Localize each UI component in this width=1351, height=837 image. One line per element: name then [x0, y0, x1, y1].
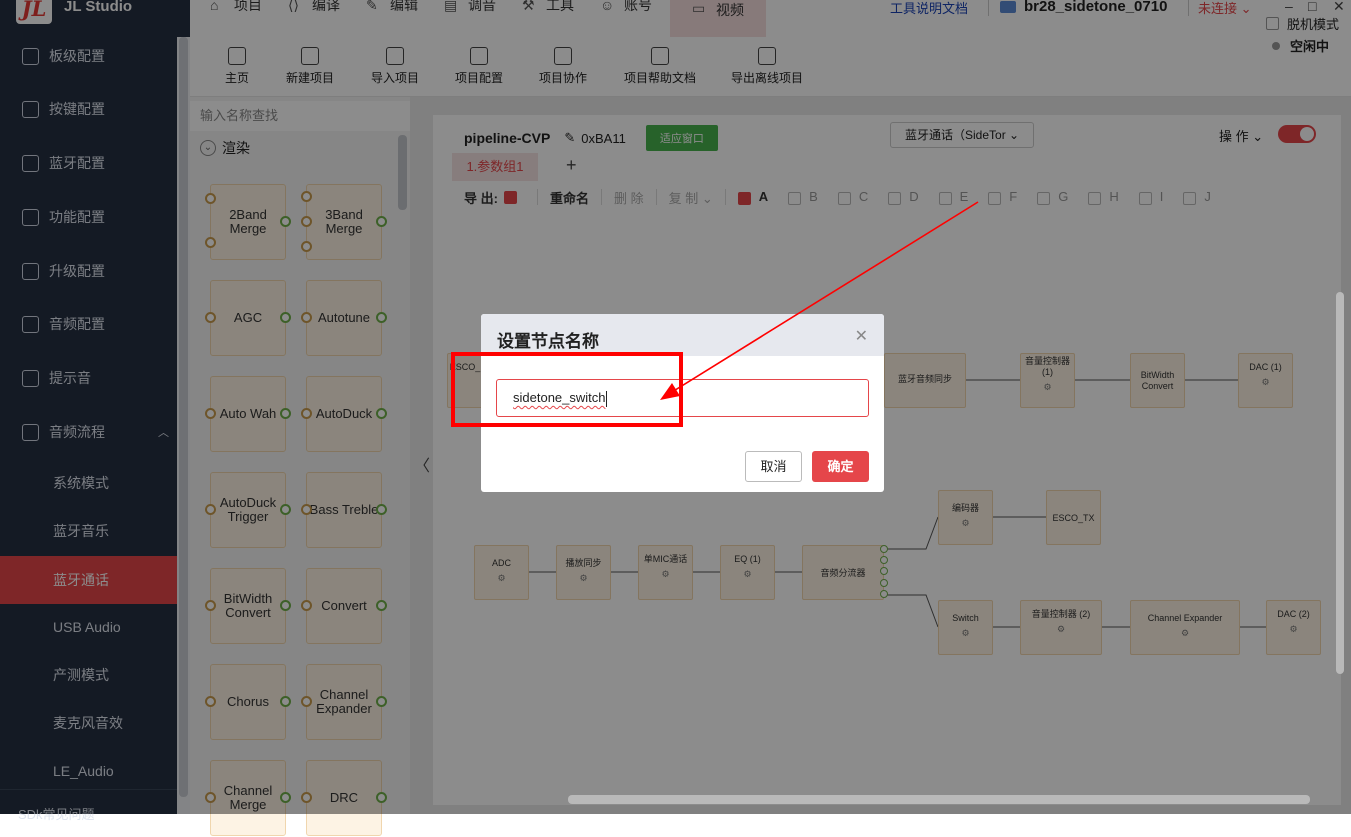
- cancel-button[interactable]: 取消: [745, 451, 802, 482]
- dialog-title: 设置节点名称: [497, 332, 599, 351]
- close-icon[interactable]: ✕: [855, 326, 868, 346]
- canvas-hscrollbar[interactable]: [568, 795, 1310, 804]
- confirm-button[interactable]: 确定: [812, 451, 869, 482]
- canvas-vscrollbar[interactable]: [1336, 292, 1344, 674]
- annotation-highlight-box: [451, 352, 683, 427]
